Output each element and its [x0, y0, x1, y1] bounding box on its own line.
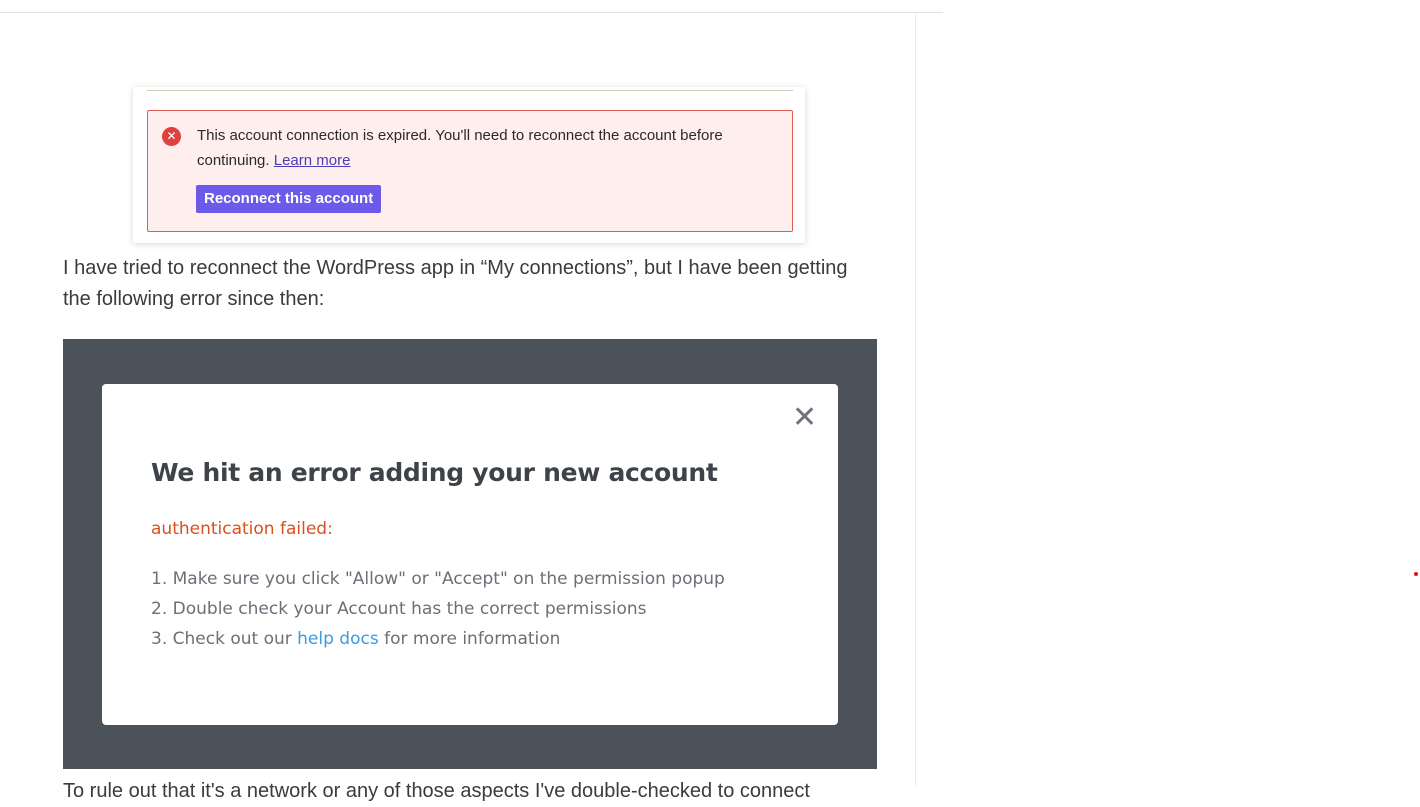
troubleshooting-steps: 1. Make sure you click "Allow" or "Accep…	[151, 564, 725, 654]
close-icon[interactable]: ✕	[792, 403, 817, 433]
expired-connection-screenshot: ✕ This account connection is expired. Yo…	[133, 87, 805, 243]
cursor-dot	[1414, 572, 1418, 576]
error-modal-screenshot: ✕ We hit an error adding your new accoun…	[63, 339, 877, 769]
sidebar-divider	[915, 13, 916, 787]
post-paragraph: I have tried to reconnect the WordPress …	[63, 257, 848, 310]
screenshot-top-border	[147, 90, 793, 91]
expired-alert: ✕ This account connection is expired. Yo…	[147, 110, 793, 232]
step-text: Check out our	[172, 629, 292, 649]
help-docs-link[interactable]: help docs	[297, 629, 379, 649]
reconnect-account-button[interactable]: Reconnect this account	[196, 185, 382, 213]
list-item: 3. Check out our help docs for more info…	[151, 624, 725, 654]
list-item: 2. Double check your Account has the cor…	[151, 594, 725, 624]
header-divider	[0, 12, 943, 13]
error-x-icon: ✕	[162, 127, 181, 146]
learn-more-link[interactable]: Learn more	[274, 152, 351, 169]
list-item: 1. Make sure you click "Allow" or "Accep…	[151, 564, 725, 594]
step-number: 3.	[151, 629, 168, 649]
alert-message: This account connection is expired. You'…	[197, 123, 782, 173]
cut-off-paragraph: To rule out that it's a network or any o…	[63, 780, 810, 802]
modal-title: We hit an error adding your new account	[151, 458, 718, 487]
step-text: Double check your Account has the correc…	[172, 599, 647, 619]
step-text: Make sure you click "Allow" or "Accept" …	[172, 569, 725, 589]
error-modal: ✕ We hit an error adding your new accoun…	[102, 384, 838, 725]
step-number: 1.	[151, 569, 168, 589]
step-number: 2.	[151, 599, 168, 619]
error-label: authentication failed:	[151, 519, 333, 539]
step-text-suffix: for more information	[384, 629, 561, 649]
